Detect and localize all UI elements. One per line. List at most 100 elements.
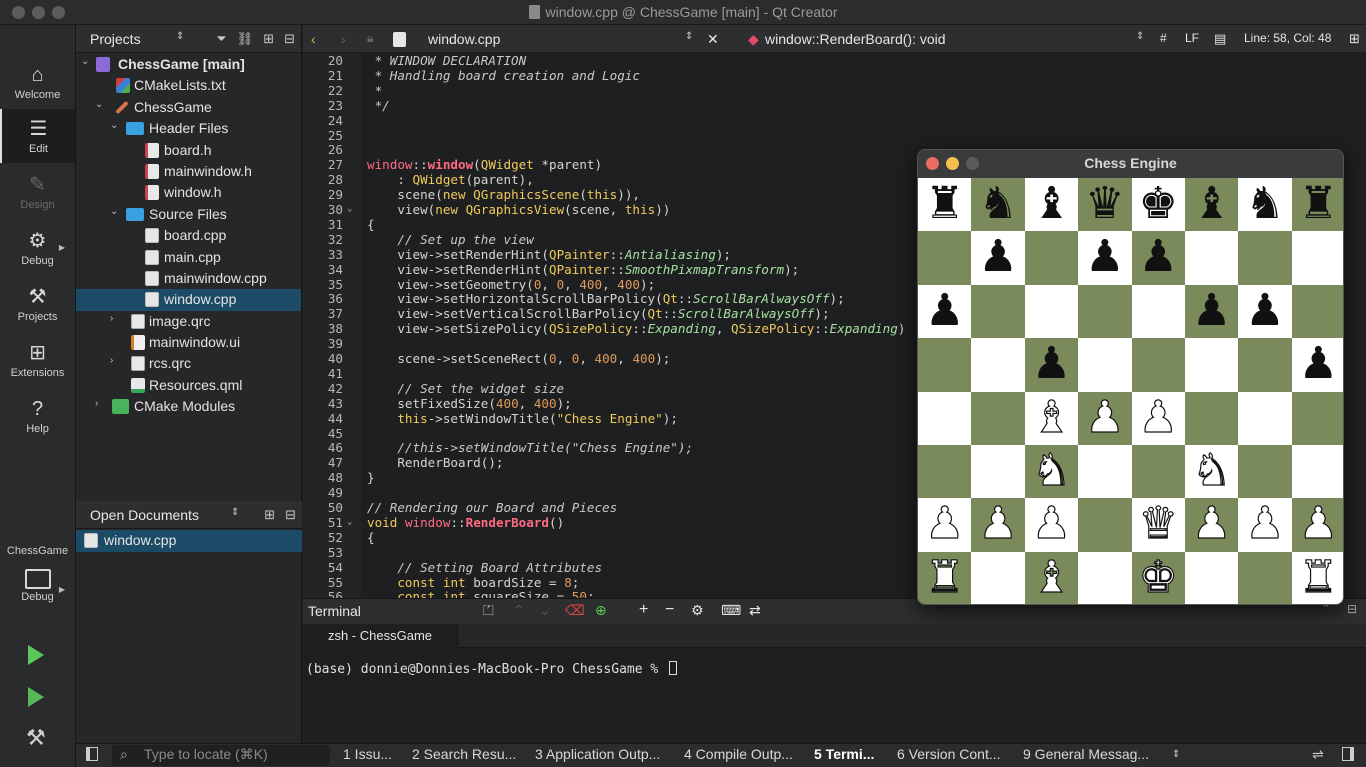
white-bishop-icon[interactable]: ♝	[1031, 391, 1072, 443]
board-square[interactable]	[918, 338, 972, 392]
board-square[interactable]	[1291, 444, 1343, 499]
pane-version-control[interactable]: 6 Version Cont...	[897, 746, 1001, 762]
forward-icon[interactable]: ›	[341, 31, 346, 47]
close-document-icon[interactable]: ✕	[707, 31, 719, 48]
board-square[interactable]: ♟	[918, 498, 972, 552]
chevron-right-icon[interactable]: ›	[95, 398, 98, 409]
board-square[interactable]	[971, 391, 1025, 445]
board-square[interactable]	[1131, 338, 1185, 392]
tree-item-file[interactable]: mainwindow.h	[76, 161, 301, 182]
settings-icon[interactable]: ⚙	[691, 602, 704, 619]
tree-item-file[interactable]: window.h	[76, 182, 301, 203]
white-knight-icon[interactable]: ♞	[1191, 444, 1232, 496]
cursor-position[interactable]: Line: 58, Col: 48	[1244, 31, 1331, 45]
board-square[interactable]	[1184, 338, 1239, 392]
hash-indicator[interactable]: #	[1160, 31, 1167, 45]
black-pawn-icon[interactable]: ♟	[925, 285, 964, 336]
white-pawn-icon[interactable]: ♟	[924, 498, 965, 550]
pane-search-results[interactable]: 2 Search Resu...	[412, 746, 516, 762]
board-square[interactable]	[971, 444, 1025, 499]
board-square[interactable]	[918, 231, 972, 285]
white-pawn-icon[interactable]: ♟	[1138, 391, 1179, 443]
chevron-down-icon[interactable]: ⌄	[110, 120, 118, 131]
tree-item-project[interactable]: ⌄ ChessGame [main]	[76, 54, 301, 75]
selector-arrows-icon[interactable]: ⇕	[1172, 749, 1180, 760]
progress-icon[interactable]: ⇌	[1312, 746, 1324, 763]
chess-board[interactable]: ♜ ♞ ♝ ♛ ♚ ♝ ♞ ♜ ♟ ♟ ♟ ♟ ♟ ♟ ♟ ♟ ♝ ♟ ♟ ♞ ♞ ♟ ♟ ♟ ♛ ♟ ♟ ♟ ♜ ♝ ♚ ♜	[918, 178, 1343, 604]
black-rook-icon[interactable]: ♜	[1299, 178, 1338, 229]
board-square[interactable]	[1238, 551, 1292, 604]
white-king-icon[interactable]: ♚	[1138, 551, 1179, 603]
black-pawn-icon[interactable]: ♟	[1299, 338, 1338, 389]
projects-view-selector[interactable]: Projects	[90, 31, 141, 47]
open-document-item[interactable]: window.cpp	[76, 530, 302, 552]
board-square[interactable]	[918, 444, 972, 499]
black-queen-icon[interactable]: ♛	[1085, 178, 1124, 229]
white-pawn-icon[interactable]: ♟	[978, 498, 1019, 550]
fold-marker-icon[interactable]: ⌄	[347, 515, 352, 530]
new-terminal-icon[interactable]: ⊕	[595, 602, 607, 619]
white-pawn-icon[interactable]: ♟	[1084, 391, 1125, 443]
board-square[interactable]	[1291, 231, 1343, 285]
pane-issues[interactable]: 1 Issu...	[343, 746, 392, 762]
board-square[interactable]	[1184, 391, 1239, 445]
black-knight-icon[interactable]: ♞	[978, 178, 1017, 229]
terminal-tab[interactable]: zsh - ChessGame	[303, 624, 458, 648]
locator-input[interactable]: ⌕ Type to locate (⌘K)	[112, 745, 330, 766]
board-square[interactable]: ♝	[1184, 178, 1239, 232]
board-square[interactable]: ♟	[1131, 391, 1185, 445]
pane-application-output[interactable]: 3 Application Outp...	[535, 746, 660, 762]
board-square[interactable]: ♟	[1184, 498, 1239, 552]
board-square[interactable]	[971, 551, 1025, 604]
chevron-right-icon[interactable]: ›	[110, 355, 113, 366]
debug-run-icon[interactable]	[28, 687, 44, 707]
board-square[interactable]	[1131, 284, 1185, 339]
clear-terminal-icon[interactable]: ⌫	[565, 602, 585, 619]
board-square[interactable]: ♞	[971, 178, 1025, 232]
mode-projects[interactable]: ⚒ Projects	[0, 277, 75, 331]
board-square[interactable]	[1024, 284, 1079, 339]
build-hammer-icon[interactable]: ⚒	[26, 725, 46, 751]
board-square[interactable]: ♜	[918, 551, 972, 604]
black-knight-icon[interactable]: ♞	[1245, 178, 1284, 229]
terminal-output[interactable]: (base) donnie@Donnies-MacBook-Pro ChessG…	[303, 648, 1366, 743]
white-rook-icon[interactable]: ♜	[1298, 551, 1339, 603]
black-rook-icon[interactable]: ♜	[925, 178, 964, 229]
run-icon[interactable]	[28, 645, 44, 665]
split-icon[interactable]: ⊞	[263, 31, 274, 47]
tree-item-file[interactable]: CMakeLists.txt	[76, 75, 301, 96]
tree-item-folder[interactable]: ⌄ Header Files	[76, 118, 301, 139]
board-square[interactable]: ♟	[971, 498, 1025, 552]
board-square[interactable]: ♝	[1024, 391, 1079, 445]
right-sidebar-toggle-icon[interactable]	[1342, 747, 1354, 761]
tree-item-file[interactable]: main.cpp	[76, 247, 301, 268]
board-square[interactable]	[1024, 231, 1079, 285]
board-square[interactable]	[1078, 498, 1132, 552]
zoom-in-icon[interactable]: +	[639, 601, 648, 619]
chess-close-button[interactable]	[926, 157, 939, 170]
board-square[interactable]: ♚	[1131, 178, 1185, 232]
board-square[interactable]: ♟	[1238, 284, 1292, 339]
tree-item-folder[interactable]: ⌄ Source Files	[76, 204, 301, 225]
board-square[interactable]: ♟	[1291, 498, 1343, 552]
board-square[interactable]: ♚	[1131, 551, 1185, 604]
black-pawn-icon[interactable]: ♟	[1245, 285, 1284, 336]
pane-general-messages[interactable]: 9 General Messag...	[1023, 746, 1149, 762]
keyboard-icon[interactable]: ⌨	[721, 602, 741, 619]
zoom-out-icon[interactable]: −	[665, 601, 674, 619]
white-pawn-icon[interactable]: ♟	[1298, 498, 1339, 550]
previous-icon[interactable]: ⌃	[513, 602, 525, 619]
black-pawn-icon[interactable]: ♟	[1032, 338, 1071, 389]
board-square[interactable]	[1078, 444, 1132, 499]
board-square[interactable]: ♟	[1024, 498, 1079, 552]
board-square[interactable]	[918, 391, 972, 445]
board-square[interactable]: ♟	[1291, 338, 1343, 392]
black-pawn-icon[interactable]: ♟	[1085, 231, 1124, 282]
close-pane-icon[interactable]: ⊟	[1347, 602, 1357, 616]
black-pawn-icon[interactable]: ♟	[1192, 285, 1231, 336]
chevron-down-icon[interactable]: ⌄	[81, 56, 89, 67]
board-square[interactable]: ♟	[1078, 391, 1132, 445]
tree-item-file[interactable]: › rcs.qrc	[76, 353, 301, 374]
close-pane-icon[interactable]: ⊟	[284, 31, 295, 47]
board-square[interactable]	[1238, 391, 1292, 445]
